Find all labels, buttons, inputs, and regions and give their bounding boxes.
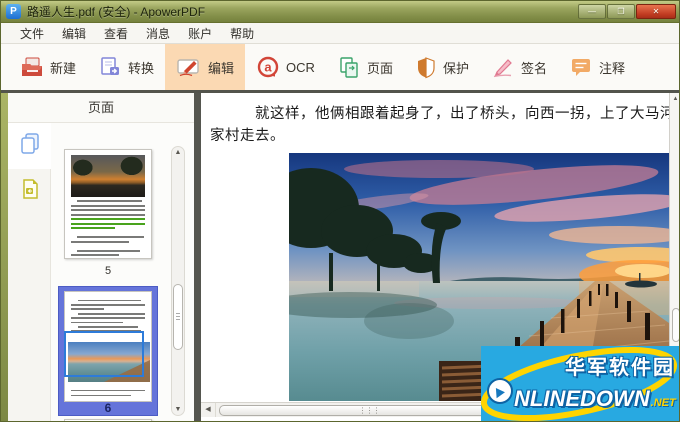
- main-toolbar: 新建 转换 编辑 a OCR 页面 保护 签名 注释: [1, 44, 679, 90]
- extract-page-icon: [19, 178, 41, 207]
- watermark-chinese-text: 华军软件园: [565, 357, 675, 379]
- panel-icon-rail: [8, 123, 51, 421]
- comment-button[interactable]: 注释: [558, 44, 636, 90]
- edit-button[interactable]: 编辑: [165, 44, 246, 90]
- convert-icon: [98, 56, 122, 78]
- ocr-label: OCR: [286, 59, 315, 75]
- protect-shield-icon: [415, 56, 437, 79]
- document-paragraph-line1: 就这样，他俩相跟着起身了，出了桥头，向西一拐，上了大马河川道: [255, 106, 669, 122]
- thumbnail-list: 5 6 ▲ ▼: [51, 123, 194, 421]
- window-edge: [1, 93, 8, 421]
- document-vscroll-thumb[interactable]: [671, 308, 679, 342]
- ocr-icon: a: [256, 55, 280, 79]
- doc-scroll-left-icon[interactable]: ◀: [201, 403, 216, 417]
- document-paragraph-line2: 家村走去。: [210, 128, 285, 144]
- watermark-tld-text: .NET: [650, 397, 676, 409]
- pages-panel-title: 页面: [8, 93, 194, 123]
- thumbnails-tab[interactable]: [8, 123, 51, 169]
- document-hscroll-thumb[interactable]: ⋮⋮⋮: [219, 404, 519, 416]
- comment-icon: [569, 56, 593, 78]
- title-bar: P 路遥人生.pdf (安全) - ApowerPDF — ❐ ✕: [1, 1, 679, 23]
- convert-button[interactable]: 转换: [87, 44, 165, 90]
- panel-splitter[interactable]: [194, 93, 201, 421]
- menu-help[interactable]: 帮助: [221, 23, 263, 44]
- menu-account[interactable]: 账户: [179, 23, 221, 44]
- pages-button[interactable]: 页面: [326, 44, 404, 90]
- menu-bar: 文件 编辑 查看 消息 账户 帮助: [1, 23, 679, 44]
- thumbnail-page-5[interactable]: [64, 149, 152, 259]
- page-view-region-box[interactable]: [64, 331, 144, 377]
- svg-text:a: a: [264, 60, 272, 75]
- new-document-icon: [20, 56, 44, 78]
- pages-label: 页面: [366, 60, 393, 76]
- edit-label: 编辑: [208, 60, 235, 76]
- page-6-number: 6: [104, 401, 112, 415]
- comment-label: 注释: [598, 60, 625, 76]
- protect-button[interactable]: 保护: [404, 44, 480, 90]
- convert-label: 转换: [128, 60, 155, 76]
- thumbnail-scrollbar[interactable]: ▲ ▼: [171, 146, 185, 416]
- menu-edit[interactable]: 编辑: [53, 23, 95, 44]
- page5-image-preview: [71, 155, 145, 197]
- protect-label: 保护: [442, 60, 469, 76]
- maximize-button[interactable]: ❐: [607, 4, 635, 19]
- sign-pen-icon: [491, 56, 515, 78]
- page-thumbnails-icon: [19, 132, 41, 161]
- menu-message[interactable]: 消息: [137, 23, 179, 44]
- document-view: 就这样，他俩相跟着起身了，出了桥头，向西一拐，上了大马河川道 家村走去。 ▲ ◀…: [201, 93, 679, 421]
- edit-icon: [176, 56, 202, 78]
- menu-view[interactable]: 查看: [95, 23, 137, 44]
- scroll-up-icon[interactable]: ▲: [172, 149, 184, 156]
- ocr-button[interactable]: a OCR: [245, 44, 326, 90]
- extract-pages-tab[interactable]: [8, 169, 51, 215]
- download-arrow-icon: [486, 377, 514, 410]
- pages-icon: [337, 56, 361, 79]
- sign-label: 签名: [520, 60, 547, 76]
- doc-scroll-up-icon[interactable]: ▲: [670, 96, 679, 102]
- new-button[interactable]: 新建: [9, 44, 87, 90]
- watermark-english-text: NLINEDOWN: [514, 386, 650, 411]
- new-label: 新建: [50, 60, 77, 76]
- scroll-down-icon[interactable]: ▼: [172, 406, 184, 413]
- sign-button[interactable]: 签名: [480, 44, 558, 90]
- window-title: 路遥人生.pdf (安全) - ApowerPDF: [27, 5, 206, 19]
- onlinedown-watermark: 华军软件园 NLINEDOWN .NET: [481, 346, 679, 421]
- pages-panel: 页面 5 6 ▲ ▼: [8, 93, 194, 421]
- thumbnail-page-6-selected[interactable]: 6: [58, 286, 158, 416]
- minimize-button[interactable]: —: [578, 4, 606, 19]
- apowerpdf-window: P 路遥人生.pdf (安全) - ApowerPDF — ❐ ✕ 文件 编辑 …: [0, 0, 680, 422]
- close-button[interactable]: ✕: [636, 4, 676, 19]
- page-5-number: 5: [104, 265, 112, 277]
- thumbnail-scrollbar-thumb[interactable]: [173, 284, 183, 350]
- app-icon: P: [6, 4, 21, 19]
- menu-file[interactable]: 文件: [11, 23, 53, 44]
